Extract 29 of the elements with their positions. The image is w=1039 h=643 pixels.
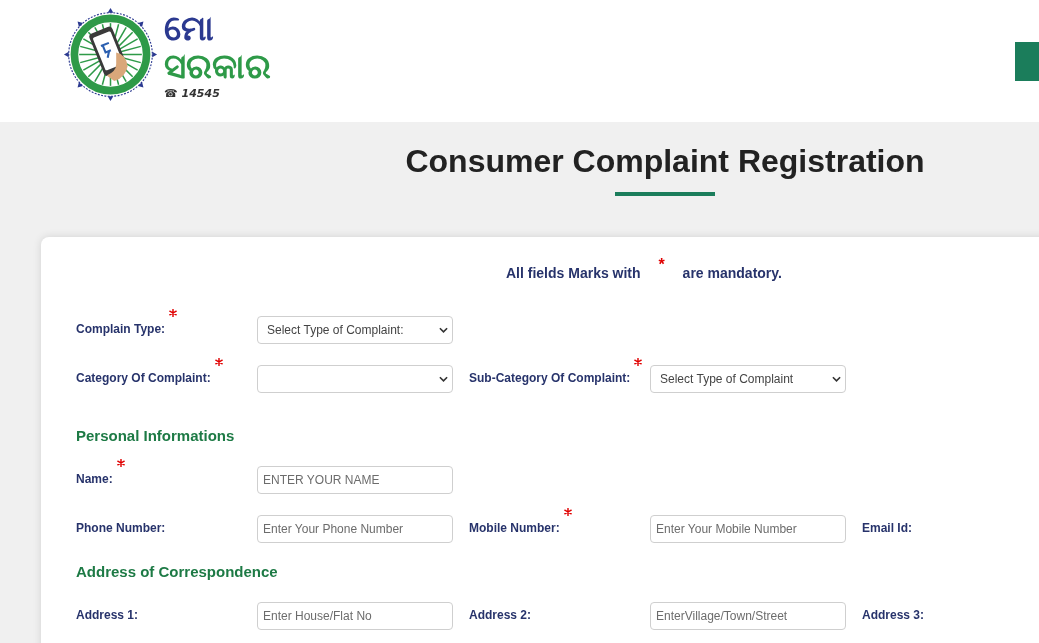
dropdown-select[interactable]	[257, 365, 453, 393]
section-heading: Personal Informations	[76, 426, 235, 446]
logo-title: ମୋ	[164, 9, 215, 47]
input-field[interactable]: EnterVillage/Town/Street	[650, 602, 846, 630]
input-field[interactable]: Enter Your Mobile Number	[650, 515, 846, 543]
field-label: Address 2:	[469, 608, 532, 622]
caret-icon	[439, 327, 448, 333]
input-field[interactable]: Enter Your Phone Number	[257, 515, 453, 543]
dropdown-select[interactable]: Select Type of Complaint:	[257, 316, 453, 344]
header-button[interactable]	[1015, 42, 1039, 81]
field-label: Category Of Complaint:	[76, 371, 211, 385]
wheel-logo-icon	[63, 7, 158, 102]
field-label: Phone Number:	[76, 521, 166, 535]
page-title: Consumer Complaint Registration	[405, 142, 925, 180]
field-label: Complain Type:	[76, 322, 166, 336]
dropdown-select[interactable]: Select Type of Complaint	[650, 365, 846, 393]
field-label: Mobile Number:	[469, 521, 560, 535]
caret-icon	[832, 376, 841, 382]
field-label: Sub-Category Of Complaint:	[469, 371, 631, 385]
helpline-number: ☎ 14545	[164, 87, 221, 100]
input-field[interactable]: Enter House/Flat No	[257, 602, 453, 630]
field-label: Address 3:	[862, 608, 925, 622]
section-heading: Address of Correspondence	[76, 562, 278, 582]
field-label: Address 1:	[76, 608, 139, 622]
input-field[interactable]: ENTER YOUR NAME	[257, 466, 453, 494]
logo-title: ସରକାର	[164, 47, 271, 85]
field-label: Email Id:	[862, 521, 912, 535]
field-label: Name:	[76, 472, 113, 486]
caret-icon	[439, 376, 448, 382]
